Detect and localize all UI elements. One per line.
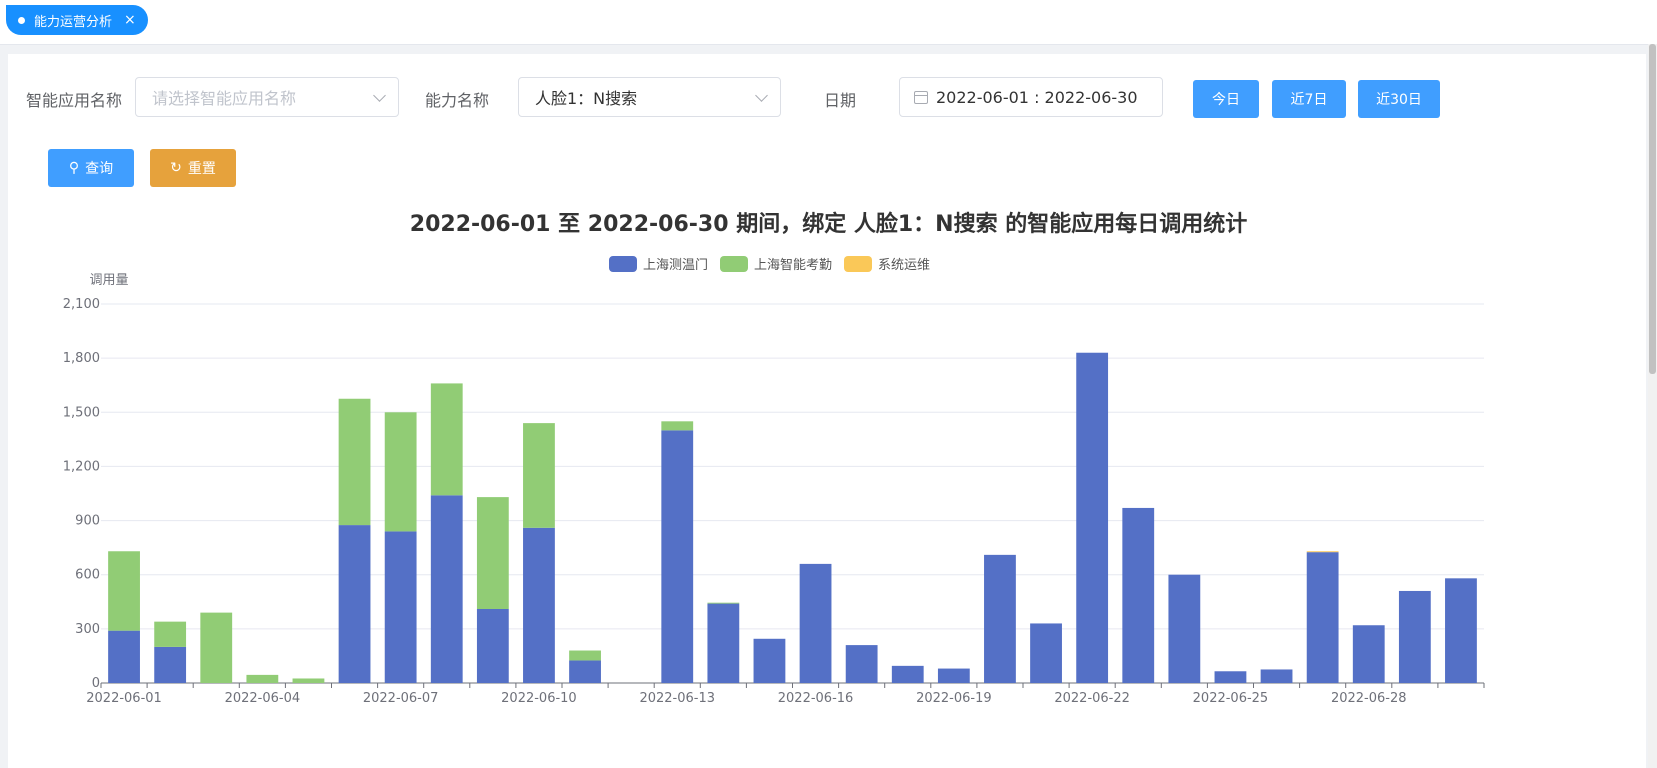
x-tick-label: 2022-06-16 <box>778 691 854 706</box>
y-axis-label: 调用量 <box>89 273 128 288</box>
bar-上海测温门 <box>1260 669 1293 683</box>
bar-上海测温门 <box>1030 623 1062 683</box>
x-tick-label: 2022-06-28 <box>1331 691 1407 706</box>
bar-上海测温门 <box>799 563 832 683</box>
bar-上海测温门 <box>891 665 924 683</box>
bar-上海测温门 <box>984 554 1016 683</box>
bar-上海智能考勤 <box>661 421 694 431</box>
bar-上海智能考勤 <box>523 423 555 528</box>
bar-上海智能考勤 <box>246 674 279 683</box>
bar-上海测温门 <box>707 603 740 683</box>
y-tick-label: 2,100 <box>63 297 100 312</box>
x-tick-label: 2022-06-22 <box>1054 691 1130 706</box>
stacked-bar-chart: 0 300 600 900 1,200 1,500 1,800 2,100 调用量 2022-06… <box>63 273 1485 706</box>
y-tick-label: 1,800 <box>63 351 100 366</box>
x-tick-label: 2022-06-10 <box>501 691 577 706</box>
bar-上海测温门 <box>1076 352 1109 683</box>
y-tick-label: 0 <box>92 676 100 691</box>
bar-上海测温门 <box>384 531 417 683</box>
bar-上海智能考勤 <box>384 412 417 532</box>
bar-上海智能考勤 <box>707 602 740 604</box>
bar-上海测温门 <box>1122 507 1155 683</box>
bar-上海智能考勤 <box>338 398 371 526</box>
bar-系统运维 <box>1306 551 1339 553</box>
bar-上海测温门 <box>1214 671 1247 683</box>
bar-上海智能考勤 <box>200 612 233 683</box>
bar-上海测温门 <box>937 668 970 683</box>
bar-上海智能考勤 <box>292 678 325 683</box>
bar-上海测温门 <box>1445 578 1477 683</box>
y-tick-label: 300 <box>75 622 100 637</box>
y-tick-label: 600 <box>75 568 100 583</box>
bar-上海测温门 <box>661 430 694 683</box>
bar-上海测温门 <box>154 646 187 683</box>
bar-上海测温门 <box>430 495 463 683</box>
bar-上海智能考勤 <box>569 650 601 661</box>
x-tick-label: 2022-06-13 <box>639 691 715 706</box>
bar-上海测温门 <box>523 527 555 683</box>
bar-上海测温门 <box>476 609 509 683</box>
x-tick-label: 2022-06-01 <box>86 691 162 706</box>
bar-上海测温门 <box>338 525 371 683</box>
bar-上海测温门 <box>1352 625 1385 683</box>
bar-上海测温门 <box>1306 552 1339 683</box>
bar-上海智能考勤 <box>476 497 509 610</box>
bar-上海测温门 <box>845 645 878 683</box>
x-tick-label: 2022-06-07 <box>363 691 439 706</box>
x-tick-label: 2022-06-25 <box>1193 691 1269 706</box>
bar-上海测温门 <box>108 630 140 683</box>
y-tick-label: 900 <box>75 514 100 529</box>
bar-上海测温门 <box>1168 574 1201 683</box>
y-tick-label: 1,200 <box>63 459 100 474</box>
bar-上海智能考勤 <box>154 621 187 647</box>
y-tick-label: 1,500 <box>63 405 100 420</box>
bar-上海测温门 <box>569 660 601 683</box>
x-tick-label: 2022-06-19 <box>916 691 992 706</box>
bar-上海测温门 <box>1398 590 1431 683</box>
x-tick-label: 2022-06-04 <box>225 691 301 706</box>
bar-上海测温门 <box>753 638 786 683</box>
bar-上海智能考勤 <box>108 551 140 631</box>
bar-上海智能考勤 <box>430 383 463 496</box>
